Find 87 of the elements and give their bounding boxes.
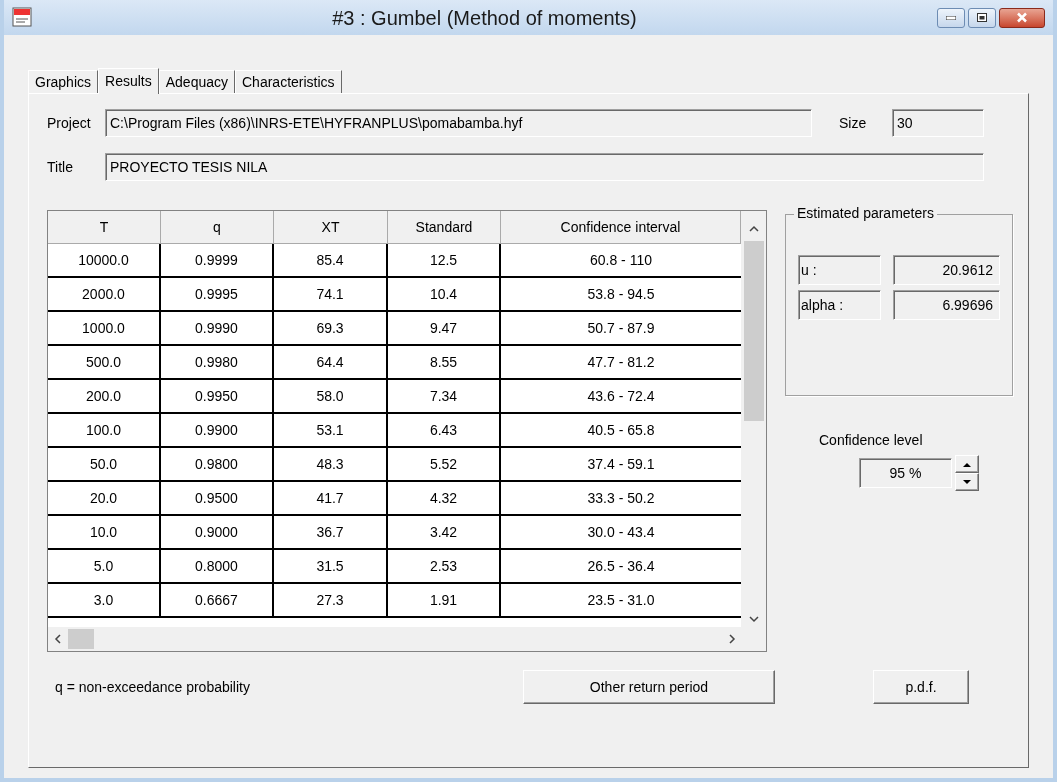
table-cell: 7.34: [388, 380, 501, 414]
horizontal-scrollbar[interactable]: [48, 627, 766, 651]
table-cell: 9.47: [388, 312, 501, 346]
table-cell: 31.5: [274, 550, 388, 584]
table-cell: 0.9900: [161, 414, 274, 448]
table-cell: 20.0: [48, 482, 161, 516]
scroll-up-icon: [748, 225, 759, 233]
table-cell: 69.3: [274, 312, 388, 346]
table-cell: 0.9990: [161, 312, 274, 346]
table-cell: 0.9995: [161, 278, 274, 312]
window-title: #3 : Gumbel (Method of moments): [332, 5, 637, 31]
up-triangle-icon: [963, 461, 971, 467]
table-cell: 100.0: [48, 414, 161, 448]
table-cell: 85.4: [274, 244, 388, 278]
tab[interactable]: Graphics: [28, 70, 99, 93]
size-label: Size: [839, 113, 868, 133]
close-button[interactable]: [999, 7, 1045, 28]
table-cell: 3.42: [388, 516, 501, 550]
tab[interactable]: Results: [98, 68, 159, 94]
table-cell: 3.0: [48, 584, 161, 618]
table-cell: 41.7: [274, 482, 388, 516]
parameter-value: 20.9612: [892, 255, 1000, 285]
scroll-down-icon: [748, 615, 759, 623]
table-cell: 0.9999: [161, 244, 274, 278]
table-cell: 0.8000: [161, 550, 274, 584]
table-cell: 5.52: [388, 448, 501, 482]
project-field[interactable]: C:\Program Files (x86)\INRS-ETE\HYFRANPLUS\pomabamba.hyf: [105, 109, 812, 137]
table-cell: 12.5: [388, 244, 501, 278]
table-cell: 1000.0: [48, 312, 161, 346]
parameter-name: u :: [798, 255, 881, 285]
table-cell: 5.0: [48, 550, 161, 584]
table-cell: 36.7: [274, 516, 388, 550]
scrollbar-thumb[interactable]: [68, 629, 94, 649]
footnote: q = non-exceedance probability: [55, 677, 251, 697]
table-cell: 4.32: [388, 482, 501, 516]
table-cell: 0.9980: [161, 346, 274, 380]
table-cell: 2.53: [388, 550, 501, 584]
table-cell: 64.4: [274, 346, 388, 380]
table-cell: 500.0: [48, 346, 161, 380]
table-cell: 53.1: [274, 414, 388, 448]
table-cell: 0.9800: [161, 448, 274, 482]
parameter-name: alpha :: [798, 290, 881, 320]
table-cell: 74.1: [274, 278, 388, 312]
tab[interactable]: Adequacy: [158, 70, 235, 93]
maximize-button[interactable]: [968, 7, 996, 28]
table-cell: 0.9950: [161, 380, 274, 414]
pdf-button[interactable]: p.d.f.: [873, 670, 969, 704]
minimize-icon: [946, 15, 956, 20]
column-header[interactable]: Confidence interval: [501, 211, 741, 244]
parameter-value: 6.99696: [892, 290, 1000, 320]
vertical-scrollbar[interactable]: [741, 211, 766, 627]
table-cell: 6.43: [388, 414, 501, 448]
table-cell: 0.9500: [161, 482, 274, 516]
table-cell: 58.0: [274, 380, 388, 414]
confidence-level-label: Confidence level: [819, 431, 924, 450]
confidence-level-field[interactable]: 95 %: [859, 458, 952, 488]
table-cell: 10.0: [48, 516, 161, 550]
title-label: Title: [47, 157, 74, 177]
restore-icon: [977, 13, 987, 22]
scrollbar-thumb[interactable]: [743, 241, 764, 421]
tab[interactable]: Characteristics: [235, 70, 342, 93]
spin-down-button[interactable]: [955, 473, 979, 491]
table-cell: 10.4: [388, 278, 501, 312]
table-cell: 200.0: [48, 380, 161, 414]
title-field[interactable]: PROYECTO TESIS NILA: [105, 153, 984, 181]
project-label: Project: [47, 113, 92, 133]
column-header[interactable]: XT: [274, 211, 388, 244]
column-header[interactable]: T: [48, 211, 161, 244]
table-cell: 50.0: [48, 448, 161, 482]
other-return-period-button[interactable]: Other return period: [523, 670, 775, 704]
table-cell: 0.9000: [161, 516, 274, 550]
size-field[interactable]: 30: [892, 109, 984, 137]
table-cell: 48.3: [274, 448, 388, 482]
column-header[interactable]: q: [161, 211, 274, 244]
scroll-right-icon: [728, 634, 736, 644]
table-cell: 8.55: [388, 346, 501, 380]
column-header[interactable]: Standard: [388, 211, 501, 244]
table-cell: 2000.0: [48, 278, 161, 312]
table-cell: 10000.0: [48, 244, 161, 278]
close-icon: [1016, 12, 1028, 23]
table-cell: 27.3: [274, 584, 388, 618]
down-triangle-icon: [963, 479, 971, 485]
document-icon: [12, 6, 32, 29]
scroll-left-icon: [54, 634, 62, 644]
spin-up-button[interactable]: [955, 455, 979, 473]
table-cell: 1.91: [388, 584, 501, 618]
table-cell: 0.6667: [161, 584, 274, 618]
